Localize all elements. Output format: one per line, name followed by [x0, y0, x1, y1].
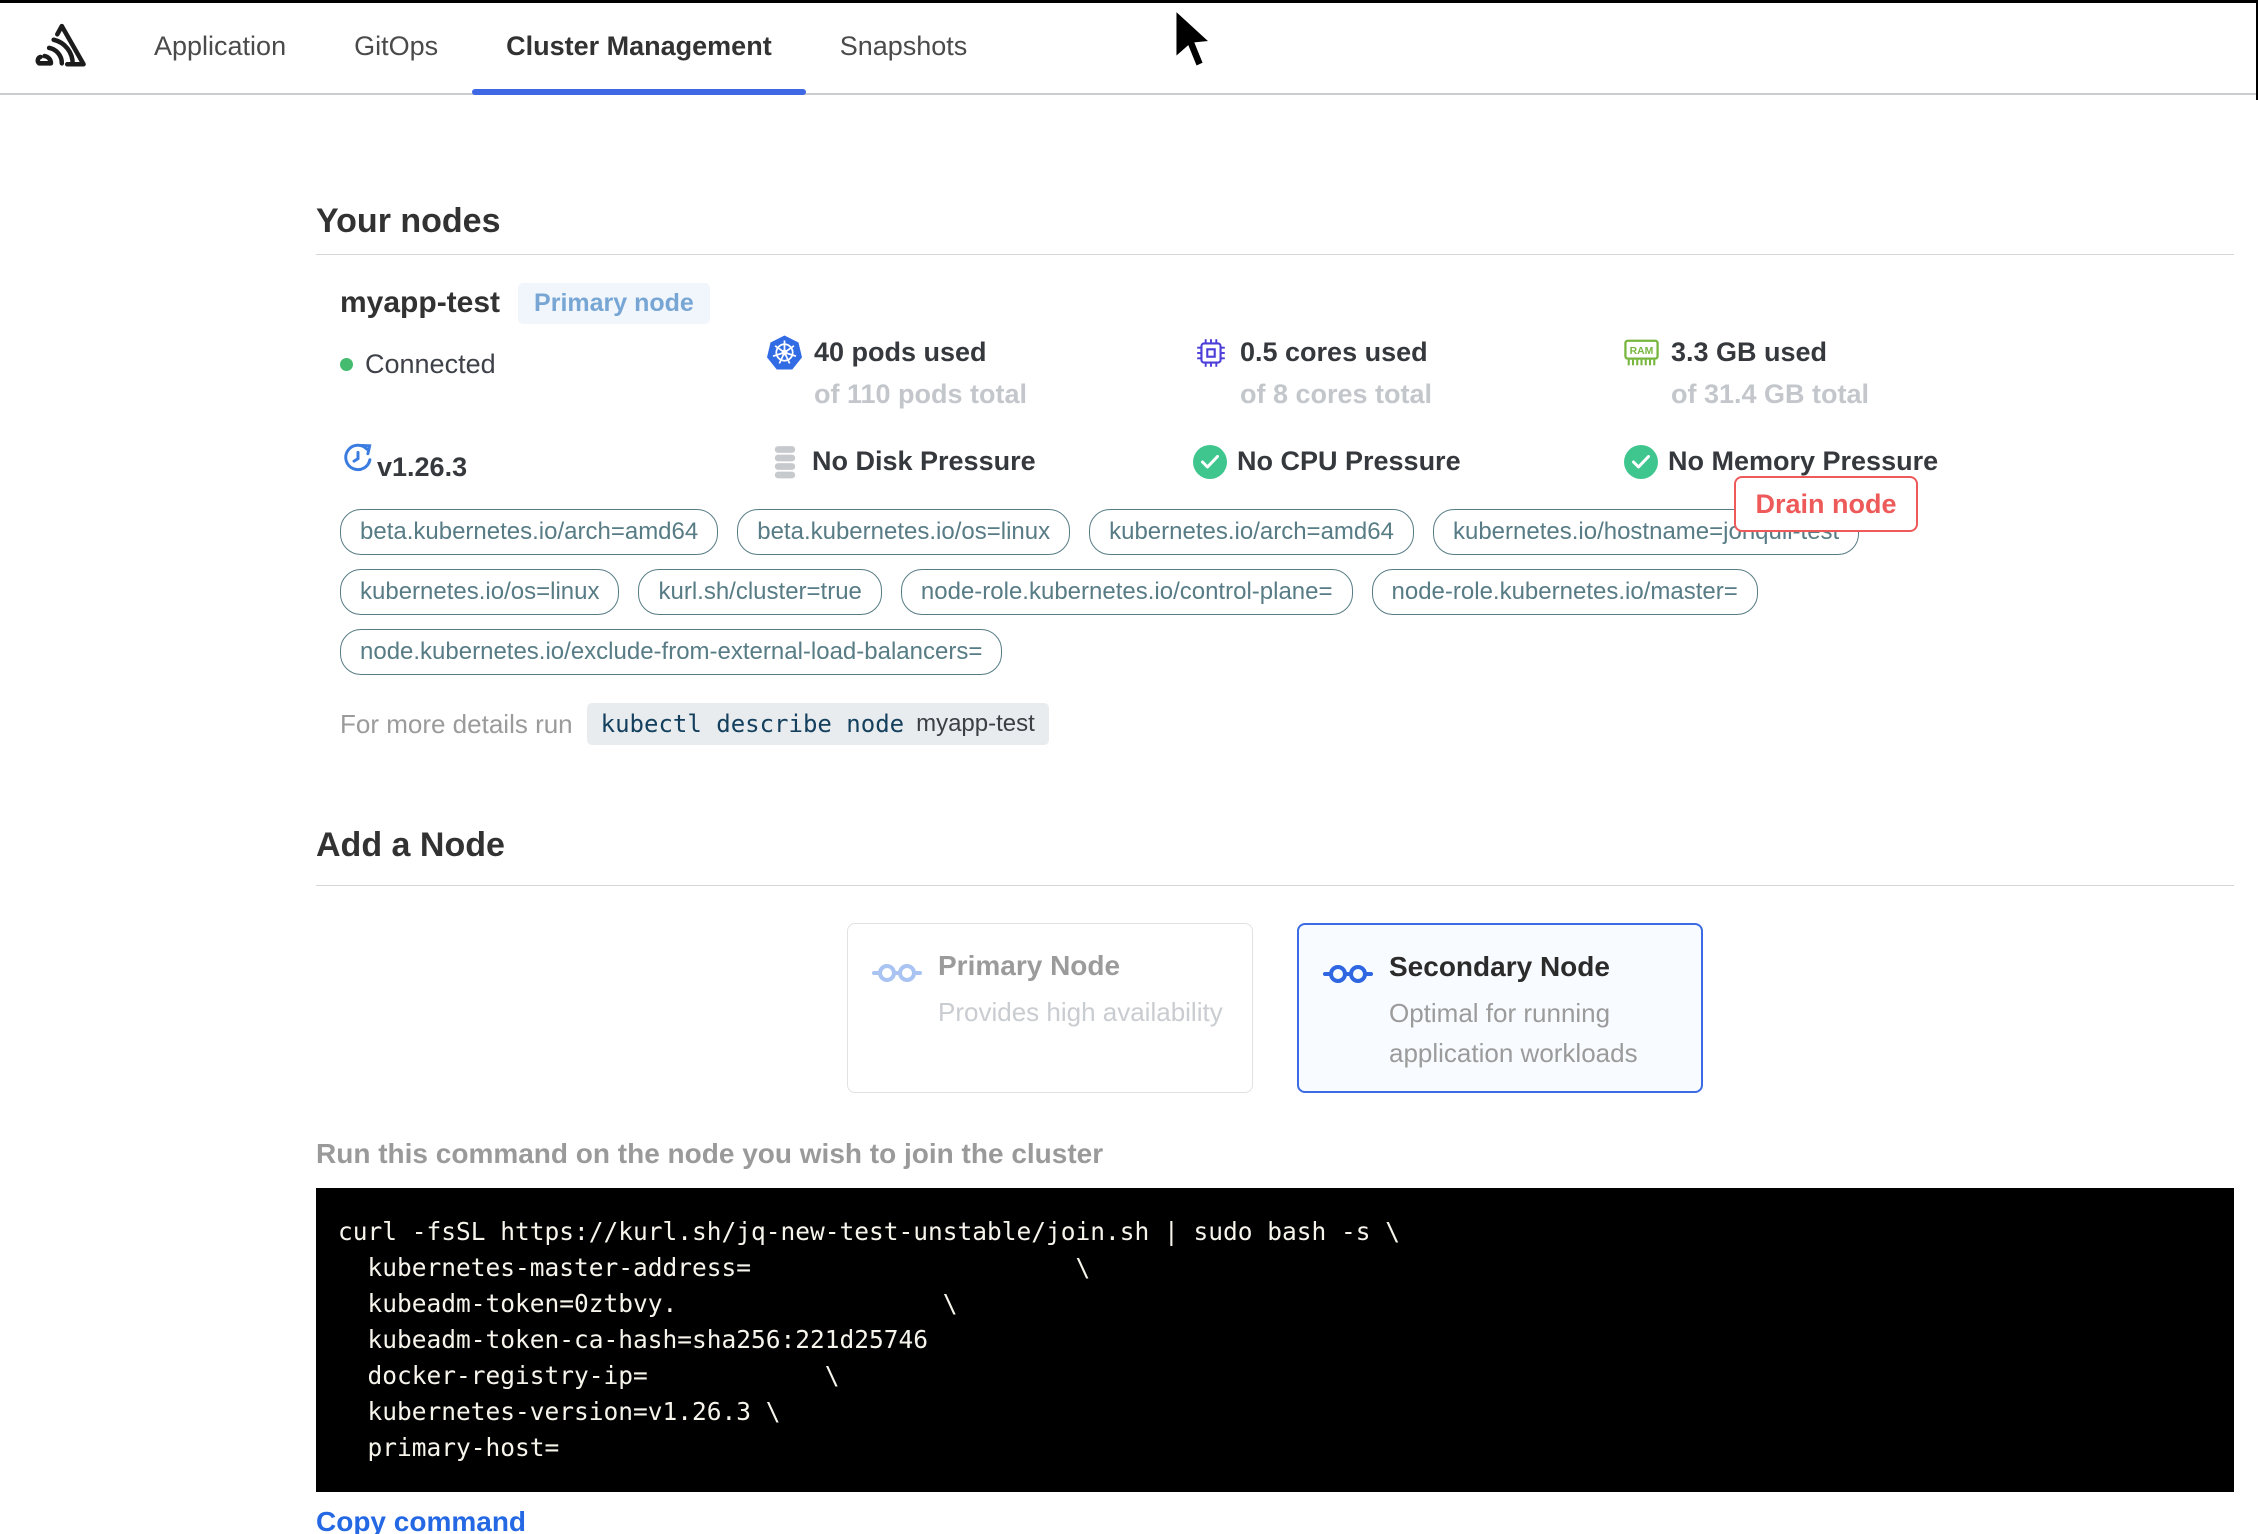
pods-stat: 40 pods used of 110 pods total — [767, 335, 1193, 410]
node-label-tag: beta.kubernetes.io/arch=amd64 — [340, 509, 719, 555]
memory-total: of 31.4 GB total — [1671, 379, 1870, 409]
tab-snapshots[interactable]: Snapshots — [806, 0, 1002, 93]
node-label-tag: node.kubernetes.io/exclude-from-external… — [340, 629, 1003, 675]
node-label-tag: node-role.kubernetes.io/control-plane= — [900, 569, 1353, 615]
cpu-stat: 0.5 cores used of 8 cores total — [1193, 335, 1624, 410]
node-type-options: Primary Node Provides high availability … — [316, 923, 2234, 1093]
disk-icon — [767, 444, 802, 479]
node-card: myapp-test Primary node Connected 40 pod… — [316, 282, 2234, 745]
kubectl-describe-command: kubectl describe node myapp-test — [586, 703, 1049, 745]
node-label-tag: kurl.sh/cluster=true — [638, 569, 882, 615]
memory-pressure-condition: No Memory Pressure — [1624, 440, 2234, 483]
primary-node-badge: Primary node — [518, 282, 710, 324]
tab-gitops[interactable]: GitOps — [320, 0, 472, 93]
cores-used-value: 0.5 cores used — [1240, 337, 1428, 367]
join-command-instruction: Run this command on the node you wish to… — [316, 1138, 1104, 1169]
app-logo-icon — [0, 0, 120, 93]
active-tab-underline — [472, 89, 806, 95]
node-labels: beta.kubernetes.io/arch=amd64 beta.kuber… — [340, 509, 2234, 675]
add-node-title: Add a Node — [316, 826, 505, 864]
memory-pressure-label: No Memory Pressure — [1668, 446, 1939, 476]
primary-node-option-desc: Provides high availability — [938, 997, 1223, 1027]
copy-command-link[interactable]: Copy command — [316, 1506, 526, 1534]
node-label-tag: kubernetes.io/arch=amd64 — [1089, 509, 1414, 555]
node-version: v1.26.3 — [340, 440, 767, 483]
cpu-pressure-condition: No CPU Pressure — [1193, 440, 1624, 483]
primary-node-option-title: Primary Node — [938, 950, 1121, 981]
screenshot-top-edge — [0, 0, 2258, 3]
connected-status-dot — [340, 358, 353, 371]
pods-used-value: 40 pods used — [814, 337, 987, 367]
primary-node-option[interactable]: Primary Node Provides high availability — [847, 923, 1253, 1093]
svg-text:RAM: RAM — [1630, 345, 1654, 356]
cpu-icon — [1193, 335, 1228, 370]
node-label-tag: kubernetes.io/os=linux — [340, 569, 620, 615]
details-hint: For more details run — [340, 708, 573, 739]
secondary-node-option[interactable]: Secondary Node Optimal for running appli… — [1297, 923, 1703, 1093]
check-icon — [1193, 444, 1227, 479]
node-status: Connected — [365, 349, 496, 379]
top-navbar: Application GitOps Cluster Management Sn… — [0, 0, 2258, 95]
mouse-cursor — [1172, 6, 1214, 75]
cpu-pressure-label: No CPU Pressure — [1237, 446, 1461, 476]
node-label-tag: node-role.kubernetes.io/master= — [1371, 569, 1758, 615]
tab-gitops-label: GitOps — [354, 31, 439, 61]
your-nodes-title: Your nodes — [316, 202, 501, 240]
main-content: Your nodes myapp-test Primary node Conne… — [316, 202, 2234, 1534]
tab-application[interactable]: Application — [120, 0, 320, 93]
disk-pressure-condition: No Disk Pressure — [767, 440, 1193, 483]
pods-total: of 110 pods total — [814, 379, 1028, 409]
check-icon — [1624, 444, 1658, 479]
section-divider — [316, 254, 2234, 255]
command-text: kubectl describe node — [600, 710, 905, 738]
tab-cluster-management[interactable]: Cluster Management — [472, 0, 806, 95]
version-label: v1.26.3 — [377, 452, 468, 482]
join-command-text: curl -fsSL https://kurl.sh/jq-new-test-u… — [338, 1217, 1401, 1462]
link-nodes-icon — [1323, 961, 1373, 1065]
drain-node-button[interactable]: Drain node — [1734, 476, 1918, 532]
cores-total: of 8 cores total — [1240, 379, 1433, 409]
memory-stat: RAM 3.3 GB used of 31.4 GB total — [1624, 335, 2234, 410]
link-nodes-icon — [872, 960, 922, 1066]
tab-cluster-management-label: Cluster Management — [506, 31, 772, 61]
command-arg: myapp-test — [916, 710, 1035, 737]
version-update-icon — [340, 440, 375, 475]
disk-pressure-label: No Disk Pressure — [812, 446, 1036, 476]
section-divider — [316, 885, 2234, 886]
tab-snapshots-label: Snapshots — [839, 31, 968, 61]
node-name: myapp-test — [340, 286, 501, 319]
tab-application-label: Application — [154, 31, 287, 61]
join-command-terminal: curl -fsSL https://kurl.sh/jq-new-test-u… — [316, 1188, 2234, 1492]
kubernetes-pods-icon — [767, 335, 802, 370]
ram-icon: RAM — [1624, 335, 1659, 370]
node-label-tag: beta.kubernetes.io/os=linux — [737, 509, 1071, 555]
secondary-node-option-title: Secondary Node — [1389, 951, 1610, 982]
memory-used-value: 3.3 GB used — [1671, 337, 1828, 367]
secondary-node-option-desc: Optimal for running application workload… — [1389, 998, 1638, 1069]
nav-tabs: Application GitOps Cluster Management Sn… — [120, 0, 1002, 95]
